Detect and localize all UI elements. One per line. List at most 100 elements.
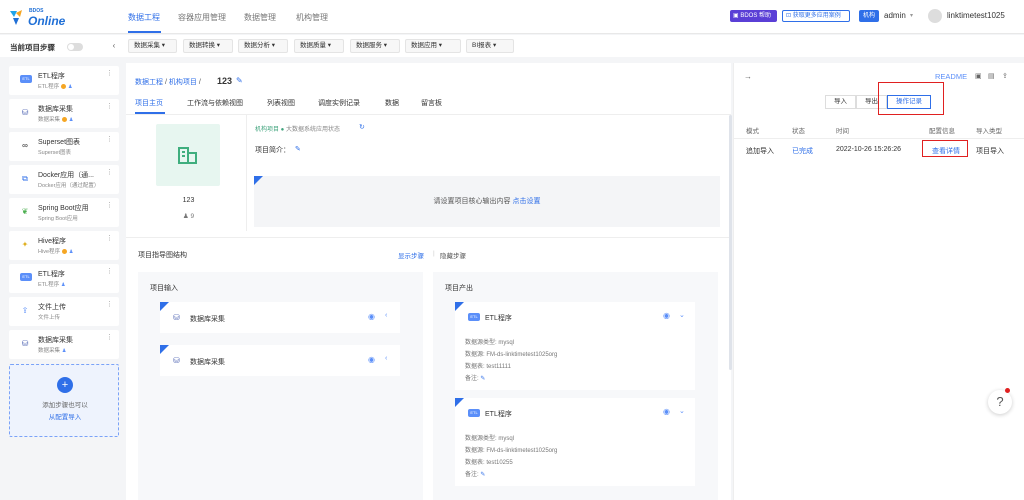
tab-project-home[interactable]: 项目主页 <box>135 98 163 108</box>
admin-dropdown[interactable]: admin <box>884 11 906 20</box>
col-header-import-type: 导入类型 <box>976 128 1002 135</box>
chevron-down-icon[interactable]: ⌄ <box>679 407 685 415</box>
step-title: Superset图表 <box>38 139 81 146</box>
step-card[interactable]: ∞ Superset图表 Superset图表 ⋮ <box>9 132 119 161</box>
chevron-down-icon[interactable]: ⌄ <box>679 311 685 319</box>
step-subtitle-text: Superset图表 <box>38 150 72 156</box>
core-output-text: 请设置项目核心输出内容 点击设置 <box>254 196 720 206</box>
tab-list-view[interactable]: 列表视图 <box>267 98 295 108</box>
project-input-label: 项目输入 <box>150 285 178 292</box>
cell-import-type: 项目导入 <box>976 148 1004 155</box>
import-button[interactable]: 导入 <box>825 95 856 109</box>
nav-tab-container-apps[interactable]: 容器应用管理 <box>178 12 226 23</box>
user-icon: ♟ <box>69 249 74 255</box>
tab-message-board[interactable]: 留言板 <box>421 98 442 108</box>
more-vertical-icon[interactable]: ⋮ <box>106 201 113 209</box>
divider <box>246 115 247 231</box>
menu-data-service[interactable]: 数据服务 ▾ <box>350 39 400 53</box>
menu-data-collect[interactable]: 数据采集 ▾ <box>128 39 177 53</box>
eye-icon[interactable]: ◉ <box>663 311 670 320</box>
menu-data-quality[interactable]: 数据质量 ▾ <box>294 39 344 53</box>
menu-data-transform[interactable]: 数据转换 ▾ <box>183 39 233 53</box>
edit-pencil-icon[interactable]: ✎ <box>295 145 301 153</box>
bdos-logo[interactable]: BDOS Online <box>8 6 78 30</box>
tab-schedule-log[interactable]: 调度实例记录 <box>318 98 360 108</box>
breadcrumb-org-project[interactable]: 机构项目 <box>169 79 197 86</box>
col-header-mode: 模式 <box>746 128 759 135</box>
step-card[interactable]: ⇪ 文件上传 文件上传 ⋮ <box>9 297 119 326</box>
database-icon: ⛁ <box>21 339 29 348</box>
caret-down-icon[interactable]: ▾ <box>910 12 913 19</box>
step-card[interactable]: ETL ETL程序 ETL程序 ♟ ⋮ <box>9 264 119 293</box>
nav-tab-data-management[interactable]: 数据管理 <box>244 12 276 23</box>
save-icon[interactable]: ▣ <box>975 72 983 80</box>
step-card[interactable]: ETL ETL程序 ETL程序 ♟ ⋮ <box>9 66 119 95</box>
tab-workflow-view[interactable]: 工作流与依赖视图 <box>187 98 243 108</box>
step-title: 数据库采集 <box>38 337 73 344</box>
project-output-label: 项目产出 <box>445 285 473 292</box>
bdos-help-button[interactable]: ▣ BDOS 帮助 <box>730 10 777 22</box>
main-scrollbar[interactable] <box>729 115 732 370</box>
eye-icon[interactable]: ◉ <box>663 407 670 416</box>
menu-data-apps[interactable]: 数据应用 ▾ <box>405 39 461 53</box>
plus-icon[interactable]: + <box>57 377 73 393</box>
more-vertical-icon[interactable]: ⋮ <box>106 267 113 275</box>
show-steps-link[interactable]: 显示步骤 <box>398 250 424 260</box>
step-toggle[interactable] <box>67 43 83 51</box>
edit-pencil-icon[interactable]: ✎ <box>236 76 243 85</box>
document-icon[interactable]: ▤ <box>988 72 996 80</box>
help-label: BDOS 帮助 <box>740 13 772 19</box>
more-cases-button[interactable]: ⊡ 获取更多应用案例 <box>782 10 850 22</box>
add-step-box[interactable]: + 添加步骤也可以 从配置导入 <box>9 364 119 437</box>
step-subtitle: ETL程序 ♟ <box>38 280 66 288</box>
step-card[interactable]: ❦ Spring Boot应用 Spring Boot应用 ⋮ <box>9 198 119 227</box>
input-card[interactable]: ⛁ 数据库采集 ◉ ‹ <box>160 302 400 333</box>
tab-data[interactable]: 数据 <box>385 98 399 108</box>
eye-icon[interactable]: ◉ <box>368 312 375 321</box>
col-header-time: 时间 <box>836 128 849 135</box>
edit-pencil-icon[interactable]: ✎ <box>480 376 485 382</box>
more-vertical-icon[interactable]: ⋮ <box>106 102 113 110</box>
step-subtitle-text: 数据采集 <box>38 348 61 354</box>
input-card[interactable]: ⛁ 数据库采集 ◉ ‹ <box>160 345 400 376</box>
upload-icon[interactable]: ⇪ <box>1002 72 1010 80</box>
step-card[interactable]: ⧉ Docker应用（通... Docker应用（通过配置） ⋮ <box>9 165 119 194</box>
user-avatar[interactable] <box>928 9 942 23</box>
username-label[interactable]: linktimetest1025 <box>947 11 1005 20</box>
eye-icon[interactable]: ◉ <box>368 355 375 364</box>
step-card[interactable]: ⛁ 数据库采集 数据采集 ♟ ⋮ <box>9 99 119 128</box>
more-vertical-icon[interactable]: ⋮ <box>106 135 113 143</box>
nav-tab-data-engineering[interactable]: 数据工程 <box>128 12 160 23</box>
more-vertical-icon[interactable]: ⋮ <box>106 69 113 77</box>
step-subtitle: Hive程序 ♟ <box>38 247 74 255</box>
edit-pencil-icon[interactable]: ✎ <box>480 472 485 478</box>
user-icon: ♟ <box>68 84 73 90</box>
status-dot <box>62 249 68 255</box>
more-vertical-icon[interactable]: ⋮ <box>106 333 113 341</box>
step-card[interactable]: ✦ Hive程序 Hive程序 ♟ ⋮ <box>9 231 119 260</box>
cell-time: 2022-10-26 15:26:26 <box>836 146 901 153</box>
more-vertical-icon[interactable]: ⋮ <box>106 234 113 242</box>
nav-tab-org-management[interactable]: 机构管理 <box>296 12 328 23</box>
menu-label: 数据服务 <box>356 42 382 49</box>
arrow-right-icon[interactable]: → <box>744 72 752 81</box>
hide-steps-link[interactable]: 隐藏步骤 <box>440 250 466 260</box>
more-vertical-icon[interactable]: ⋮ <box>106 168 113 176</box>
menu-data-analysis[interactable]: 数据分析 ▾ <box>238 39 288 53</box>
step-title: 文件上传 <box>38 304 66 311</box>
menu-bi-reports[interactable]: BI报表 ▾ <box>466 39 514 53</box>
collapse-chevron-icon[interactable]: ‹ <box>108 41 120 53</box>
step-card[interactable]: ⛁ 数据库采集 数据采集 ♟ ⋮ <box>9 330 119 359</box>
separator: | <box>433 250 435 257</box>
step-subtitle: Superset图表 <box>38 148 71 156</box>
chevron-left-icon[interactable]: ‹ <box>385 312 387 319</box>
chevron-left-icon[interactable]: ‹ <box>385 355 387 362</box>
output-card[interactable]: ETL ETL程序 ◉ ⌄ 数据源类型: mysql 数据源: FM-ds-li… <box>455 302 695 390</box>
output-card[interactable]: ETL ETL程序 ◉ ⌄ 数据源类型: mysql 数据源: FM-ds-li… <box>455 398 695 486</box>
click-to-set-link[interactable]: 点击设置 <box>512 198 540 205</box>
breadcrumb-data-engineering[interactable]: 数据工程 <box>135 79 163 86</box>
more-vertical-icon[interactable]: ⋮ <box>106 300 113 308</box>
refresh-icon[interactable]: ↻ <box>359 123 365 131</box>
help-question-icon[interactable]: ? <box>988 390 1012 414</box>
import-from-config-link[interactable]: 从配置导入 <box>10 411 120 421</box>
